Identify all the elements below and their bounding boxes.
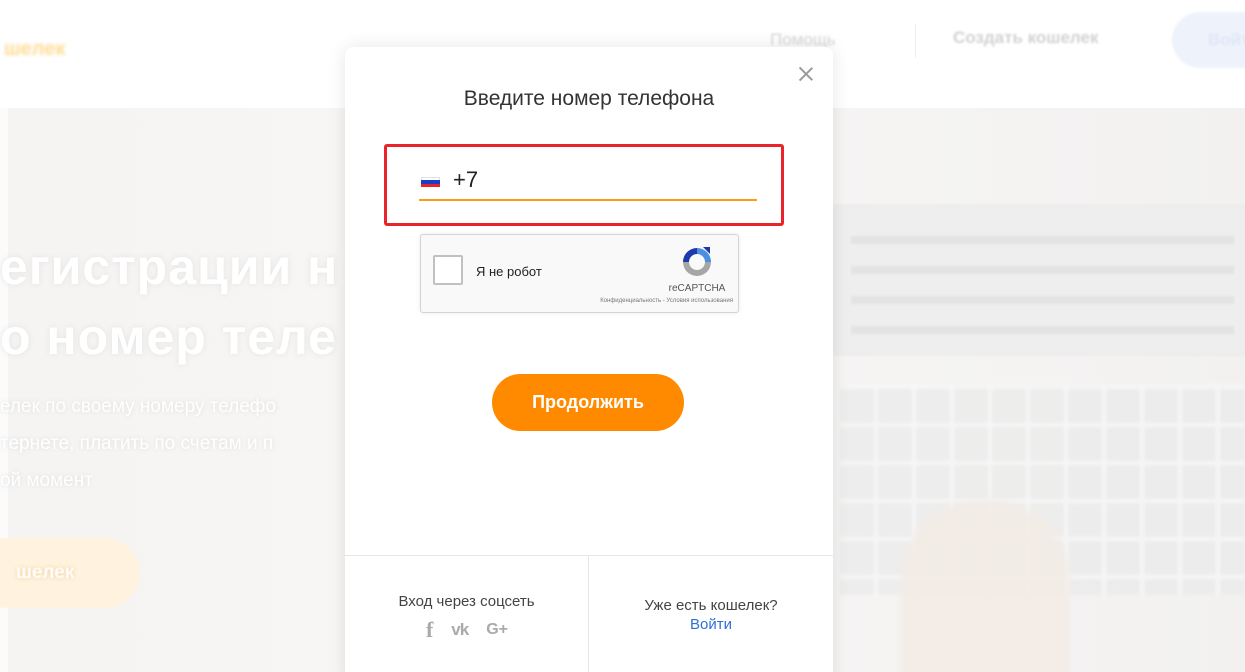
recaptcha-brand: reCAPTCHA	[668, 283, 726, 294]
background-hero-text: елек по своему номеру телефо тернете, пл…	[0, 396, 276, 491]
modal-title: Введите номер телефона	[463, 87, 715, 110]
phone-modal: Введите номер телефона Я не робот reCAPT…	[345, 47, 833, 672]
recaptcha-widget: Я не робот reCAPTCHA Конфиденциальность …	[420, 234, 739, 313]
has-wallet-text: Уже есть кошелек?	[644, 597, 778, 614]
background-hero-button: шелек	[0, 538, 140, 608]
background-nav-divider	[915, 24, 916, 58]
facebook-icon[interactable]: f	[426, 617, 433, 643]
social-login-label: Вход через соцсеть	[398, 593, 535, 610]
recaptcha-logo-icon	[683, 247, 711, 276]
recaptcha-checkbox[interactable]	[433, 255, 463, 285]
google-plus-icon[interactable]: G+	[486, 621, 508, 639]
recaptcha-label: Я не робот	[476, 264, 542, 279]
background-hand	[900, 500, 1070, 672]
background-hero-title: егистрации н о номер теле	[0, 239, 339, 365]
background-nav-create-wallet: Создать кошелек	[953, 28, 1099, 47]
background-nav-login: Войти	[1172, 12, 1245, 68]
vk-icon[interactable]: vk	[451, 620, 469, 640]
footer-divider	[345, 555, 833, 556]
social-icons: f vk G+	[407, 617, 527, 643]
recaptcha-links[interactable]: Конфиденциальность - Условия использован…	[521, 298, 733, 304]
ru-flag-icon[interactable]	[421, 177, 440, 188]
background-laptop-screen	[830, 205, 1245, 355]
page: шелек Помощь Создать кошелек Войти егист…	[0, 0, 1245, 672]
phone-input[interactable]	[453, 163, 743, 197]
phone-field[interactable]	[419, 159, 757, 201]
continue-button[interactable]: Продолжить	[492, 374, 684, 431]
login-link[interactable]: Войти	[589, 616, 833, 633]
close-icon[interactable]	[795, 63, 817, 85]
background-logo: шелек	[4, 38, 66, 60]
